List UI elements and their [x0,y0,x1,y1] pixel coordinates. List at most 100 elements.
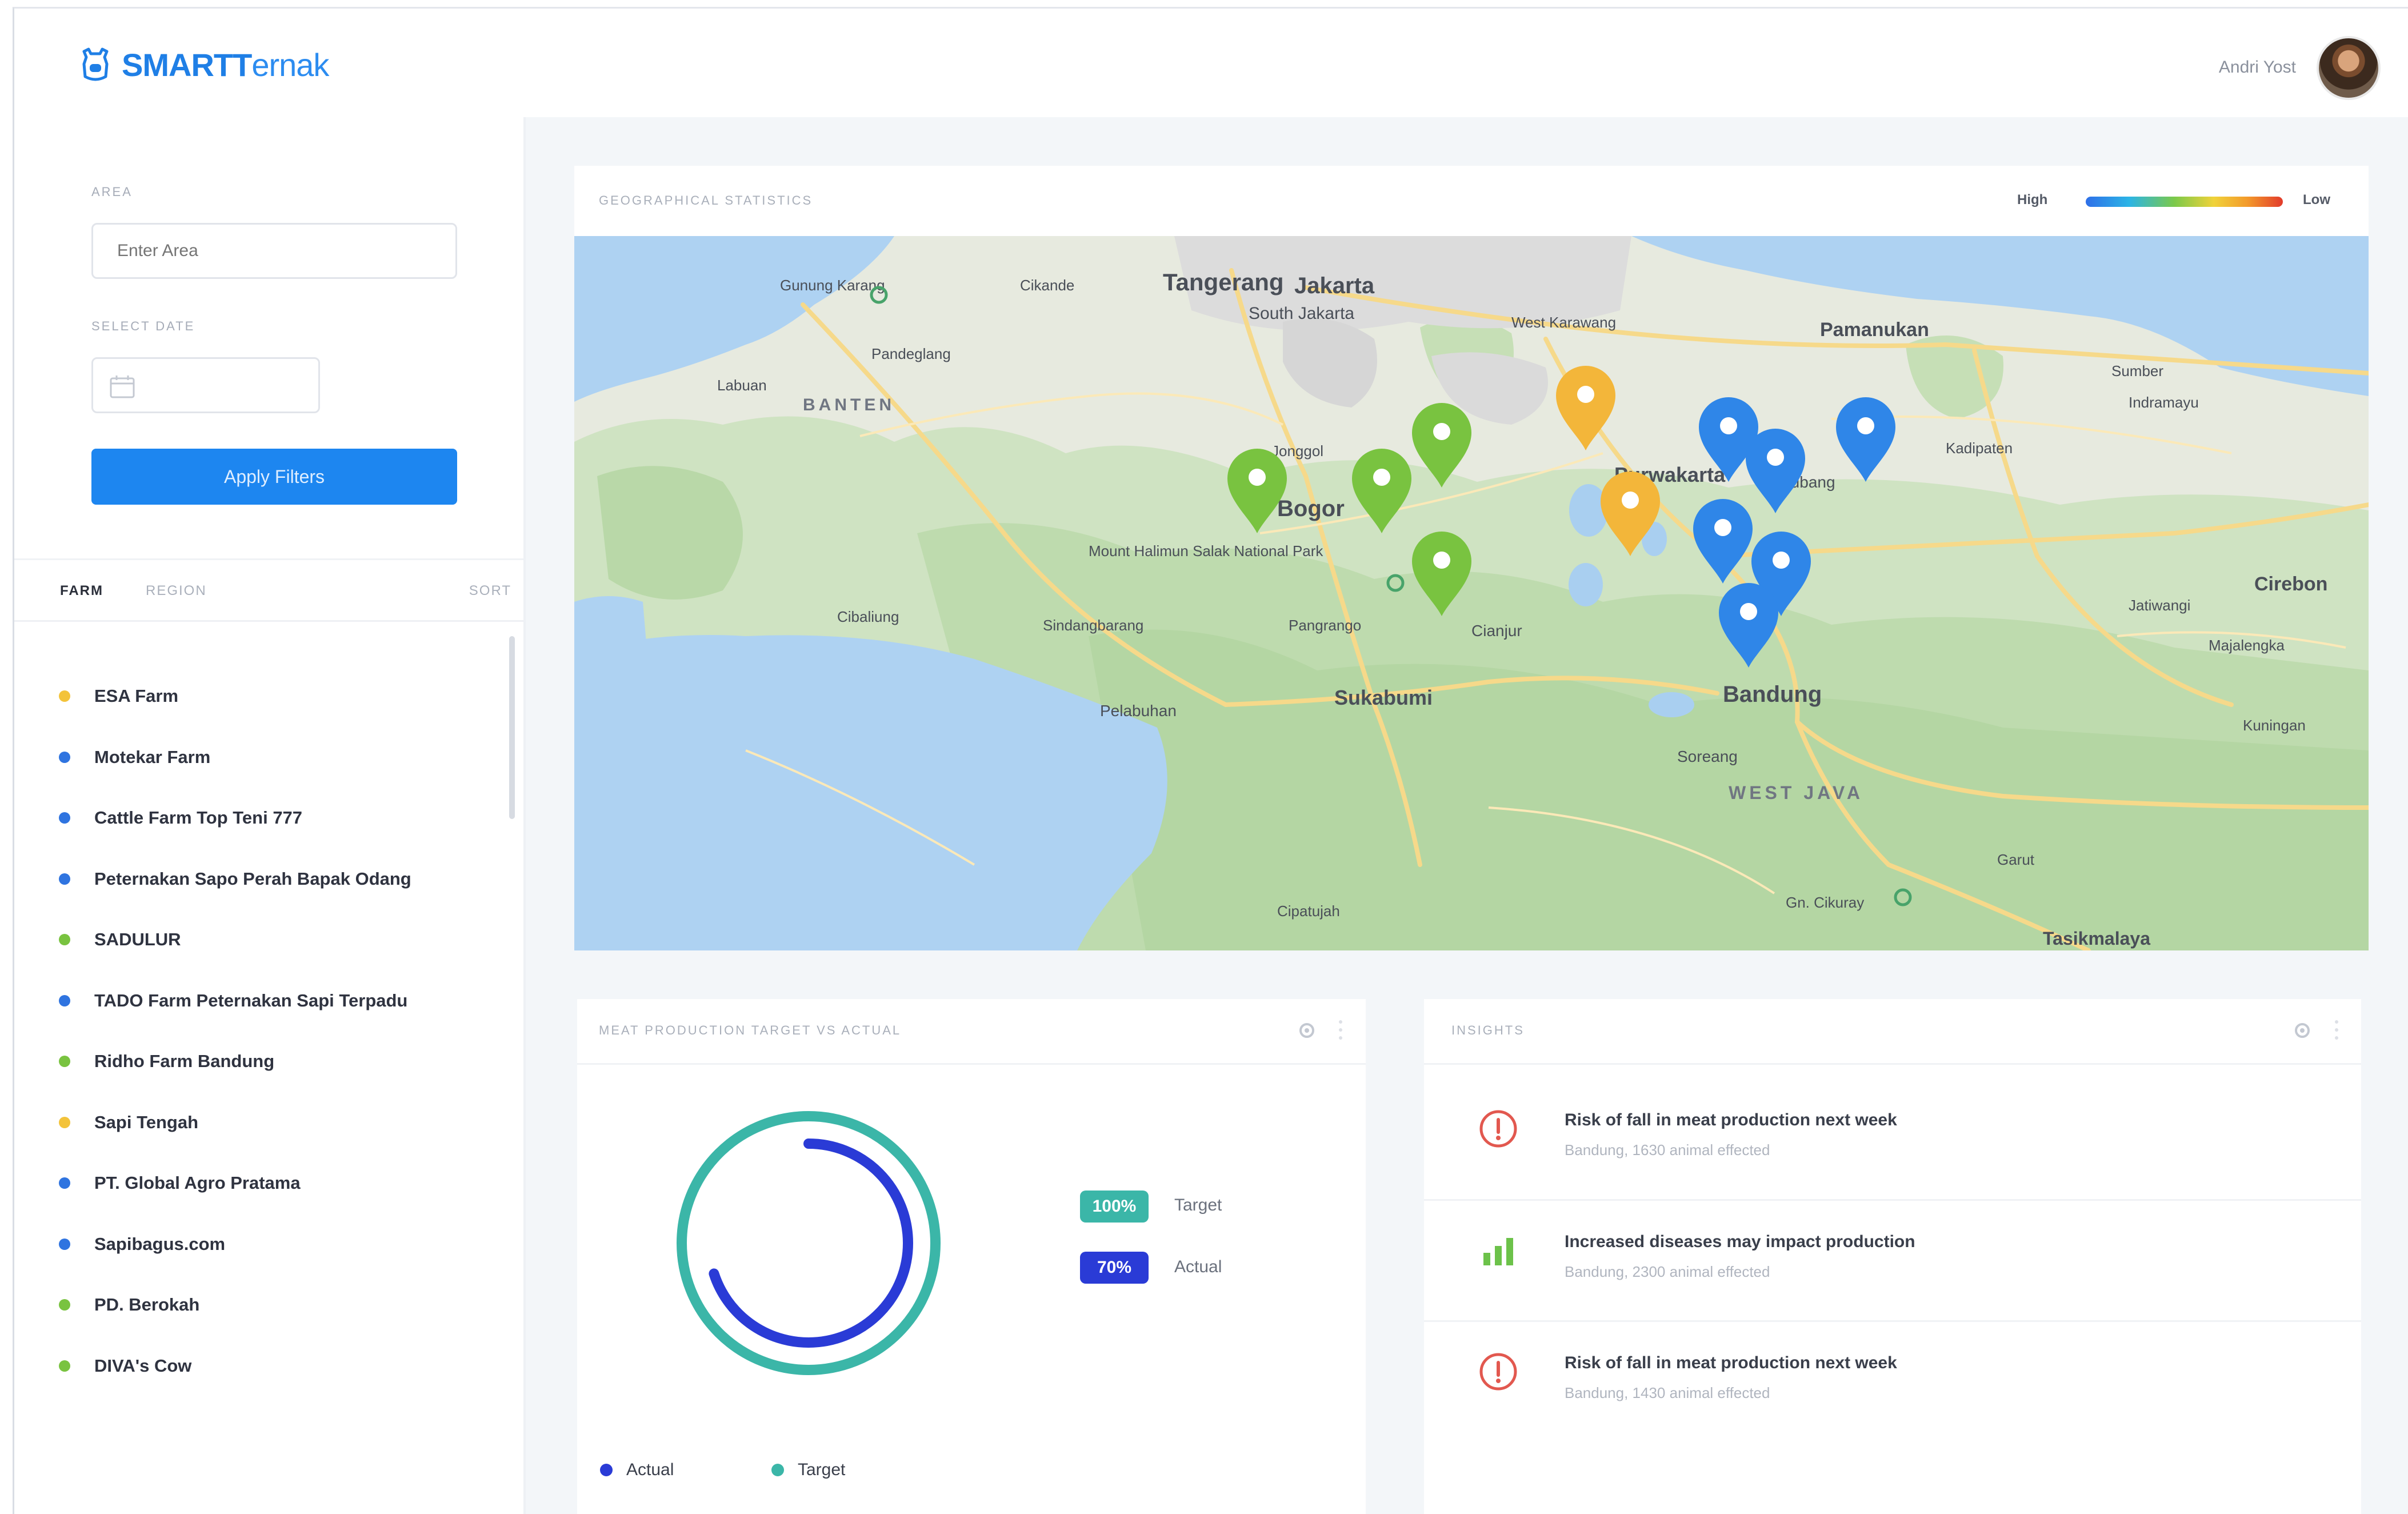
map-label-bogor: Bogor [1277,496,1345,521]
insight-title: Risk of fall in meat production next wee… [1565,1353,1897,1372]
farm-status-dot [59,873,70,885]
bar-chart-icon [1483,1238,1513,1265]
farm-name: PD. Berokah [94,1295,200,1315]
farm-name: SADULUR [94,929,181,950]
farm-status-dot [59,1056,70,1068]
map-label-banten: BANTEN [803,396,895,414]
farm-list-item[interactable]: Sapibagus.com [59,1214,505,1275]
legend-target: Target [771,1460,845,1480]
legend-actual: Actual [600,1460,674,1480]
map-label-sindang: Sindangbarang [1043,617,1143,634]
production-ring-chart [677,1111,941,1375]
settings-gear-icon[interactable] [2293,1021,2312,1040]
map-label-gunung-karang: Gunung Karang [780,277,885,294]
target-percent-badge: 100% [1080,1191,1149,1223]
farm-list-item[interactable]: Motekar Farm [59,727,505,788]
heat-legend-bar [2086,197,2283,207]
farm-status-dot [59,994,70,1006]
map-label-pangrango: Pangrango [1289,617,1361,634]
insight-subtitle: Bandung, 2300 animal effected [1565,1263,1770,1280]
farm-name: Cattle Farm Top Teni 777 [94,808,303,828]
map-label-garut: Garut [1997,851,2035,868]
map-label-pamanukan: Pamanukan [1820,319,1929,341]
farm-status-dot [59,1238,70,1250]
map-label-cirebon: Cirebon [2254,573,2327,595]
area-label: AREA [91,185,133,199]
tab-farm[interactable]: FARM [60,583,103,599]
map-label-labuan: Labuan [717,377,767,394]
farm-list-item[interactable]: Cattle Farm Top Teni 777 [59,788,505,849]
app-header: SMARTTernak Andri Yost [14,9,2408,117]
map-label-indramayu: Indramayu [2129,394,2199,411]
map-label-mount-halimun: Mount Halimun Salak National Park [1089,542,1323,560]
legend-actual-dot [600,1464,613,1476]
map-label-jatiwangi: Jatiwangi [2129,597,2190,614]
insight-item[interactable]: Increased diseases may impact production… [1424,1211,2361,1331]
area-input[interactable] [91,223,457,279]
farm-list-item[interactable]: Sapi Tengah [59,1092,505,1153]
farm-list-item[interactable]: SADULUR [59,909,505,970]
user-name[interactable]: Andri Yost [2219,58,2296,77]
map-label-kadipaten: Kadipaten [1946,440,2013,457]
map-label-cianjur: Cianjur [1471,622,1522,640]
date-picker[interactable] [91,357,320,413]
legend-target-dot [771,1464,784,1476]
calendar-icon [110,375,135,398]
farm-list-item[interactable]: TADO Farm Peternakan Sapi Terpadu [59,970,505,1032]
farm-list: ESA Farm Motekar Farm Cattle Farm Top Teni… [59,666,505,1396]
farm-status-dot [59,812,70,824]
map-label-bandung: Bandung [1723,682,1822,707]
farm-list-item[interactable]: Ridho Farm Bandung [59,1031,505,1092]
geo-map[interactable]: Tangerang Jakarta South Jakarta BANTEN B… [574,236,2369,950]
map-label-pelabuhan: Pelabuhan [1100,702,1177,720]
farm-status-dot [59,1116,70,1128]
divider [14,620,523,622]
insight-title: Risk of fall in meat production next wee… [1565,1110,1897,1129]
map-label-karawang: West Karawang [1511,314,1616,331]
settings-gear-icon[interactable] [1297,1021,1317,1040]
cow-logo-icon [82,47,109,81]
alert-circle-icon [1479,1110,1517,1148]
insight-item[interactable]: Risk of fall in meat production next wee… [1424,1332,2361,1452]
actual-percent-badge: 70% [1080,1252,1149,1284]
map-title: GEOGRAPHICAL STATISTICS [599,193,813,207]
farm-list-item[interactable]: PT. Global Agro Pratama [59,1153,505,1214]
insight-item[interactable]: Risk of fall in meat production next wee… [1424,1089,2361,1209]
alert-circle-icon [1479,1353,1517,1391]
farm-status-dot [59,690,70,702]
tab-region[interactable]: REGION [146,583,207,599]
farm-list-item[interactable]: Peternakan Sapo Perah Bapak Odang [59,849,505,910]
farm-name: DIVA's Cow [94,1355,192,1376]
list-scrollbar[interactable] [509,636,515,819]
map-canvas: Tangerang Jakarta South Jakarta BANTEN B… [574,236,2369,950]
insight-subtitle: Bandung, 1430 animal effected [1565,1384,1770,1401]
more-options-icon[interactable] [1338,1018,1343,1041]
farm-name: ESA Farm [94,686,179,706]
farm-name: Ridho Farm Bandung [94,1051,275,1072]
map-label-kuningan: Kuningan [2243,717,2306,734]
map-label-cikande: Cikande [1020,277,1074,294]
map-label-cibaliung: Cibaliung [837,608,899,625]
sidebar: AREA SELECT DATE Apply Filters FARM REGI… [14,117,526,1514]
legend-target-text: Target [798,1460,846,1479]
avatar[interactable] [2317,36,2381,100]
map-label-soreang: Soreang [1677,748,1738,765]
date-label: SELECT DATE [91,319,195,333]
production-card-title: MEAT PRODUCTION TARGET VS ACTUAL [599,1023,902,1037]
legend-high-label: High [2017,192,2048,207]
farm-status-dot [59,1177,70,1189]
farm-name: Sapi Tengah [94,1112,199,1132]
apply-filters-button[interactable]: Apply Filters [91,449,457,505]
divider [14,558,523,560]
farm-name: Motekar Farm [94,746,211,767]
farm-list-item[interactable]: ESA Farm [59,666,505,727]
farm-status-dot [59,751,70,763]
map-label-jakarta: Jakarta [1294,273,1375,298]
more-options-icon[interactable] [2334,1018,2339,1041]
sort-button[interactable]: SORT [469,583,511,599]
farm-name: Sapibagus.com [94,1233,226,1254]
farm-list-item[interactable]: DIVA's Cow [59,1336,505,1397]
farm-list-item[interactable]: PD. Berokah [59,1275,505,1336]
divider [1424,1063,2361,1065]
brand-logo[interactable]: SMARTTernak [78,46,329,83]
